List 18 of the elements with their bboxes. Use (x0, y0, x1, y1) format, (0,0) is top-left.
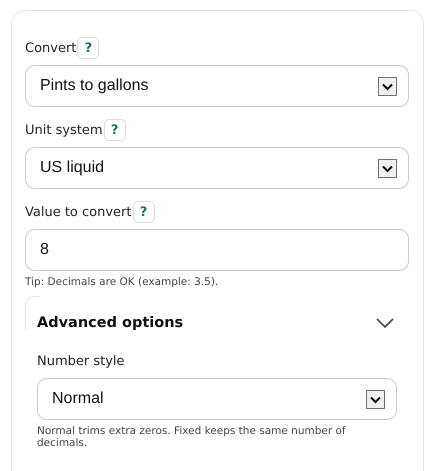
dropdown[interactable]: US liquid (25, 147, 409, 189)
caret-icon (366, 390, 385, 408)
dropdown[interactable]: Pints to gallons (25, 65, 409, 107)
field-label: Value to convert (25, 204, 132, 220)
field-label: Number style (37, 354, 125, 368)
help-button[interactable]: ? (77, 37, 100, 59)
section-title: Advanced options (37, 315, 184, 331)
field-label: Convert (25, 40, 76, 56)
chevron-icon[interactable] (375, 317, 395, 329)
input-field[interactable]: 8 (25, 229, 409, 271)
help-button[interactable]: ? (104, 119, 126, 141)
dropdown[interactable]: Normal (37, 378, 397, 420)
field-label: Unit system (25, 122, 103, 138)
help-button[interactable]: ? (132, 201, 154, 223)
caret-icon (378, 158, 397, 178)
tip-text: Normal trims extra zeros. Fixed keeps the same number of decimals. (37, 425, 347, 449)
tip-text: Tip: Decimals are OK (example: 3.5). (25, 276, 220, 288)
caret-icon (378, 76, 397, 96)
